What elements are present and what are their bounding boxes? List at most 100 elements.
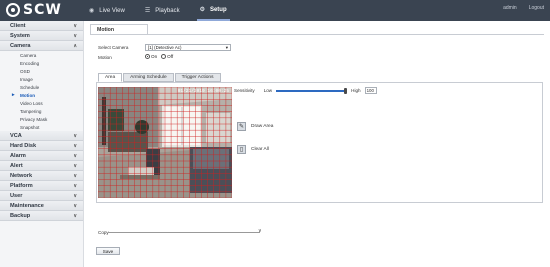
clear-all-label: Clear All <box>251 147 269 152</box>
sidebar: Client ∨ System ∨ Camera ∧ Camera Encoding … <box>0 21 84 267</box>
chevron-down-icon: ∨ <box>73 192 77 199</box>
list-icon: ☰ <box>144 8 151 14</box>
sidebar-group-label: Camera <box>10 42 31 49</box>
sidebar-item-motion[interactable]: Motion <box>0 91 83 99</box>
camera-scene <box>98 87 232 198</box>
eye-icon: ◉ <box>89 8 95 14</box>
camera-preview[interactable]: 01/21/2019 16:00:25 <box>98 87 232 198</box>
sidebar-group-label: Alert <box>10 162 23 169</box>
chevron-down-icon: ∨ <box>73 152 77 159</box>
sidebar-item-encoding[interactable]: Encoding <box>0 59 83 67</box>
nav-playback-label: Playback <box>155 7 180 14</box>
clear-all-button[interactable]: ▯ Clear All <box>237 145 269 154</box>
radio-dot <box>145 54 150 59</box>
motion-label: Motion <box>98 55 112 60</box>
sidebar-group-label: Client <box>10 22 26 29</box>
logo-icon <box>6 3 20 17</box>
select-camera-label: Select Camera <box>98 45 129 50</box>
sensitivity-slider[interactable] <box>276 88 348 94</box>
nav-playback[interactable]: ☰ Playback <box>142 0 183 21</box>
chevron-up-icon: ∧ <box>73 42 77 49</box>
sidebar-group-label: VCA <box>10 132 22 139</box>
sensitivity-label: Sensitivity <box>234 88 255 93</box>
logo-text: SCW <box>23 2 62 18</box>
draw-area-label: Draw Area <box>251 124 274 129</box>
sidebar-group-label: Platform <box>10 182 33 189</box>
chevron-down-icon: ∨ <box>73 132 77 139</box>
sensitivity-low-label: Low <box>263 88 273 93</box>
sidebar-group-label: Maintenance <box>10 202 44 209</box>
camera-select-value: [1] (Detective Ac) <box>148 45 182 50</box>
chevron-down-icon: ∨ <box>73 162 77 169</box>
sidebar-group-label: System <box>10 32 30 39</box>
username-link[interactable]: admin <box>503 5 517 11</box>
sidebar-group-system[interactable]: System ∨ <box>0 31 83 41</box>
gear-icon: ⚙ <box>199 7 205 13</box>
sidebar-group-label: Alarm <box>10 152 26 159</box>
chevron-down-icon[interactable]: ∨ <box>258 228 262 234</box>
radio-dot <box>161 54 167 59</box>
motion-on-label: On <box>151 54 158 59</box>
sidebar-item-video-loss[interactable]: Video Loss <box>0 99 83 107</box>
motion-toggle: On Off <box>145 54 173 59</box>
sensitivity-high-label: High <box>351 88 361 93</box>
eraser-icon: ▯ <box>237 145 246 154</box>
camera-select[interactable]: [1] (Detective Ac) ▾ <box>145 44 231 51</box>
sidebar-group-vca[interactable]: VCA ∨ <box>0 131 83 141</box>
sidebar-item-tampering[interactable]: Tampering <box>0 107 83 115</box>
copy-channel-track[interactable] <box>108 232 260 233</box>
tab-trigger-actions[interactable]: Trigger Actions <box>174 73 221 82</box>
motion-on-radio[interactable]: On <box>145 54 157 59</box>
user-links: admin Logout <box>503 5 544 11</box>
sidebar-item-osd[interactable]: OSD <box>0 67 83 75</box>
chevron-down-icon: ∨ <box>73 212 77 219</box>
sidebar-group-maintenance[interactable]: Maintenance ∨ <box>0 201 83 211</box>
sidebar-item-snapshot[interactable]: Snapshot <box>0 123 83 131</box>
nav-live-view-label: Live View <box>99 7 125 14</box>
logout-link[interactable]: Logout <box>529 5 544 11</box>
chevron-down-icon: ∨ <box>73 142 77 149</box>
sidebar-group-label: Hard Disk <box>10 142 37 149</box>
sidebar-item-schedule[interactable]: Schedule <box>0 83 83 91</box>
main-nav: ◉ Live View ☰ Playback ⚙ Setup <box>86 0 244 21</box>
sensitivity-value-input[interactable]: 100 <box>364 87 377 94</box>
chevron-down-icon: ∨ <box>73 182 77 189</box>
tab-area[interactable]: Area <box>98 73 123 82</box>
sidebar-group-hard-disk[interactable]: Hard Disk ∨ <box>0 141 83 151</box>
top-bar: SCW ◉ Live View ☰ Playback ⚙ Setup admin… <box>0 0 550 21</box>
chevron-down-icon: ▾ <box>225 44 228 50</box>
slider-handle[interactable] <box>344 88 348 94</box>
motion-off-radio[interactable]: Off <box>161 54 173 59</box>
sidebar-group-client[interactable]: Client ∨ <box>0 21 83 31</box>
sidebar-group-alarm[interactable]: Alarm ∨ <box>0 151 83 161</box>
sidebar-group-camera[interactable]: Camera ∧ <box>0 41 83 51</box>
subtabs: Area Arming Schedule Trigger Actions <box>98 73 222 82</box>
chevron-down-icon: ∨ <box>73 22 77 29</box>
draw-area-button[interactable]: ✎ Draw Area <box>237 122 273 131</box>
divider <box>90 34 544 35</box>
main-content: Motion Select Camera [1] (Detective Ac) … <box>88 21 550 267</box>
nav-setup[interactable]: ⚙ Setup <box>196 0 230 21</box>
sidebar-item-camera[interactable]: Camera <box>0 51 83 59</box>
motion-off-label: Off <box>167 54 174 59</box>
chevron-down-icon: ∨ <box>73 202 77 209</box>
save-button[interactable]: Save <box>96 247 120 255</box>
chevron-down-icon: ∨ <box>73 32 77 39</box>
nav-live-view[interactable]: ◉ Live View <box>86 0 128 21</box>
chevron-down-icon: ∨ <box>73 172 77 179</box>
sidebar-group-label: Network <box>10 172 33 179</box>
brand-logo: SCW <box>6 2 62 18</box>
tab-arming-schedule[interactable]: Arming Schedule <box>123 73 174 82</box>
sidebar-group-backup[interactable]: Backup ∨ <box>0 211 83 221</box>
pencil-icon: ✎ <box>237 122 246 131</box>
slider-fill <box>276 90 348 92</box>
sidebar-group-alert[interactable]: Alert ∨ <box>0 161 83 171</box>
sidebar-group-label: User <box>10 192 23 199</box>
sidebar-item-privacy-mask[interactable]: Privacy Mask <box>0 115 83 123</box>
osd-timestamp: 01/21/2019 16:00:25 <box>177 89 229 94</box>
sidebar-item-image[interactable]: Image <box>0 75 83 83</box>
sidebar-group-user[interactable]: User ∨ <box>0 191 83 201</box>
sidebar-group-platform[interactable]: Platform ∨ <box>0 181 83 191</box>
sensitivity-row: Sensitivity Low High 100 <box>234 87 377 94</box>
sidebar-group-network[interactable]: Network ∨ <box>0 171 83 181</box>
